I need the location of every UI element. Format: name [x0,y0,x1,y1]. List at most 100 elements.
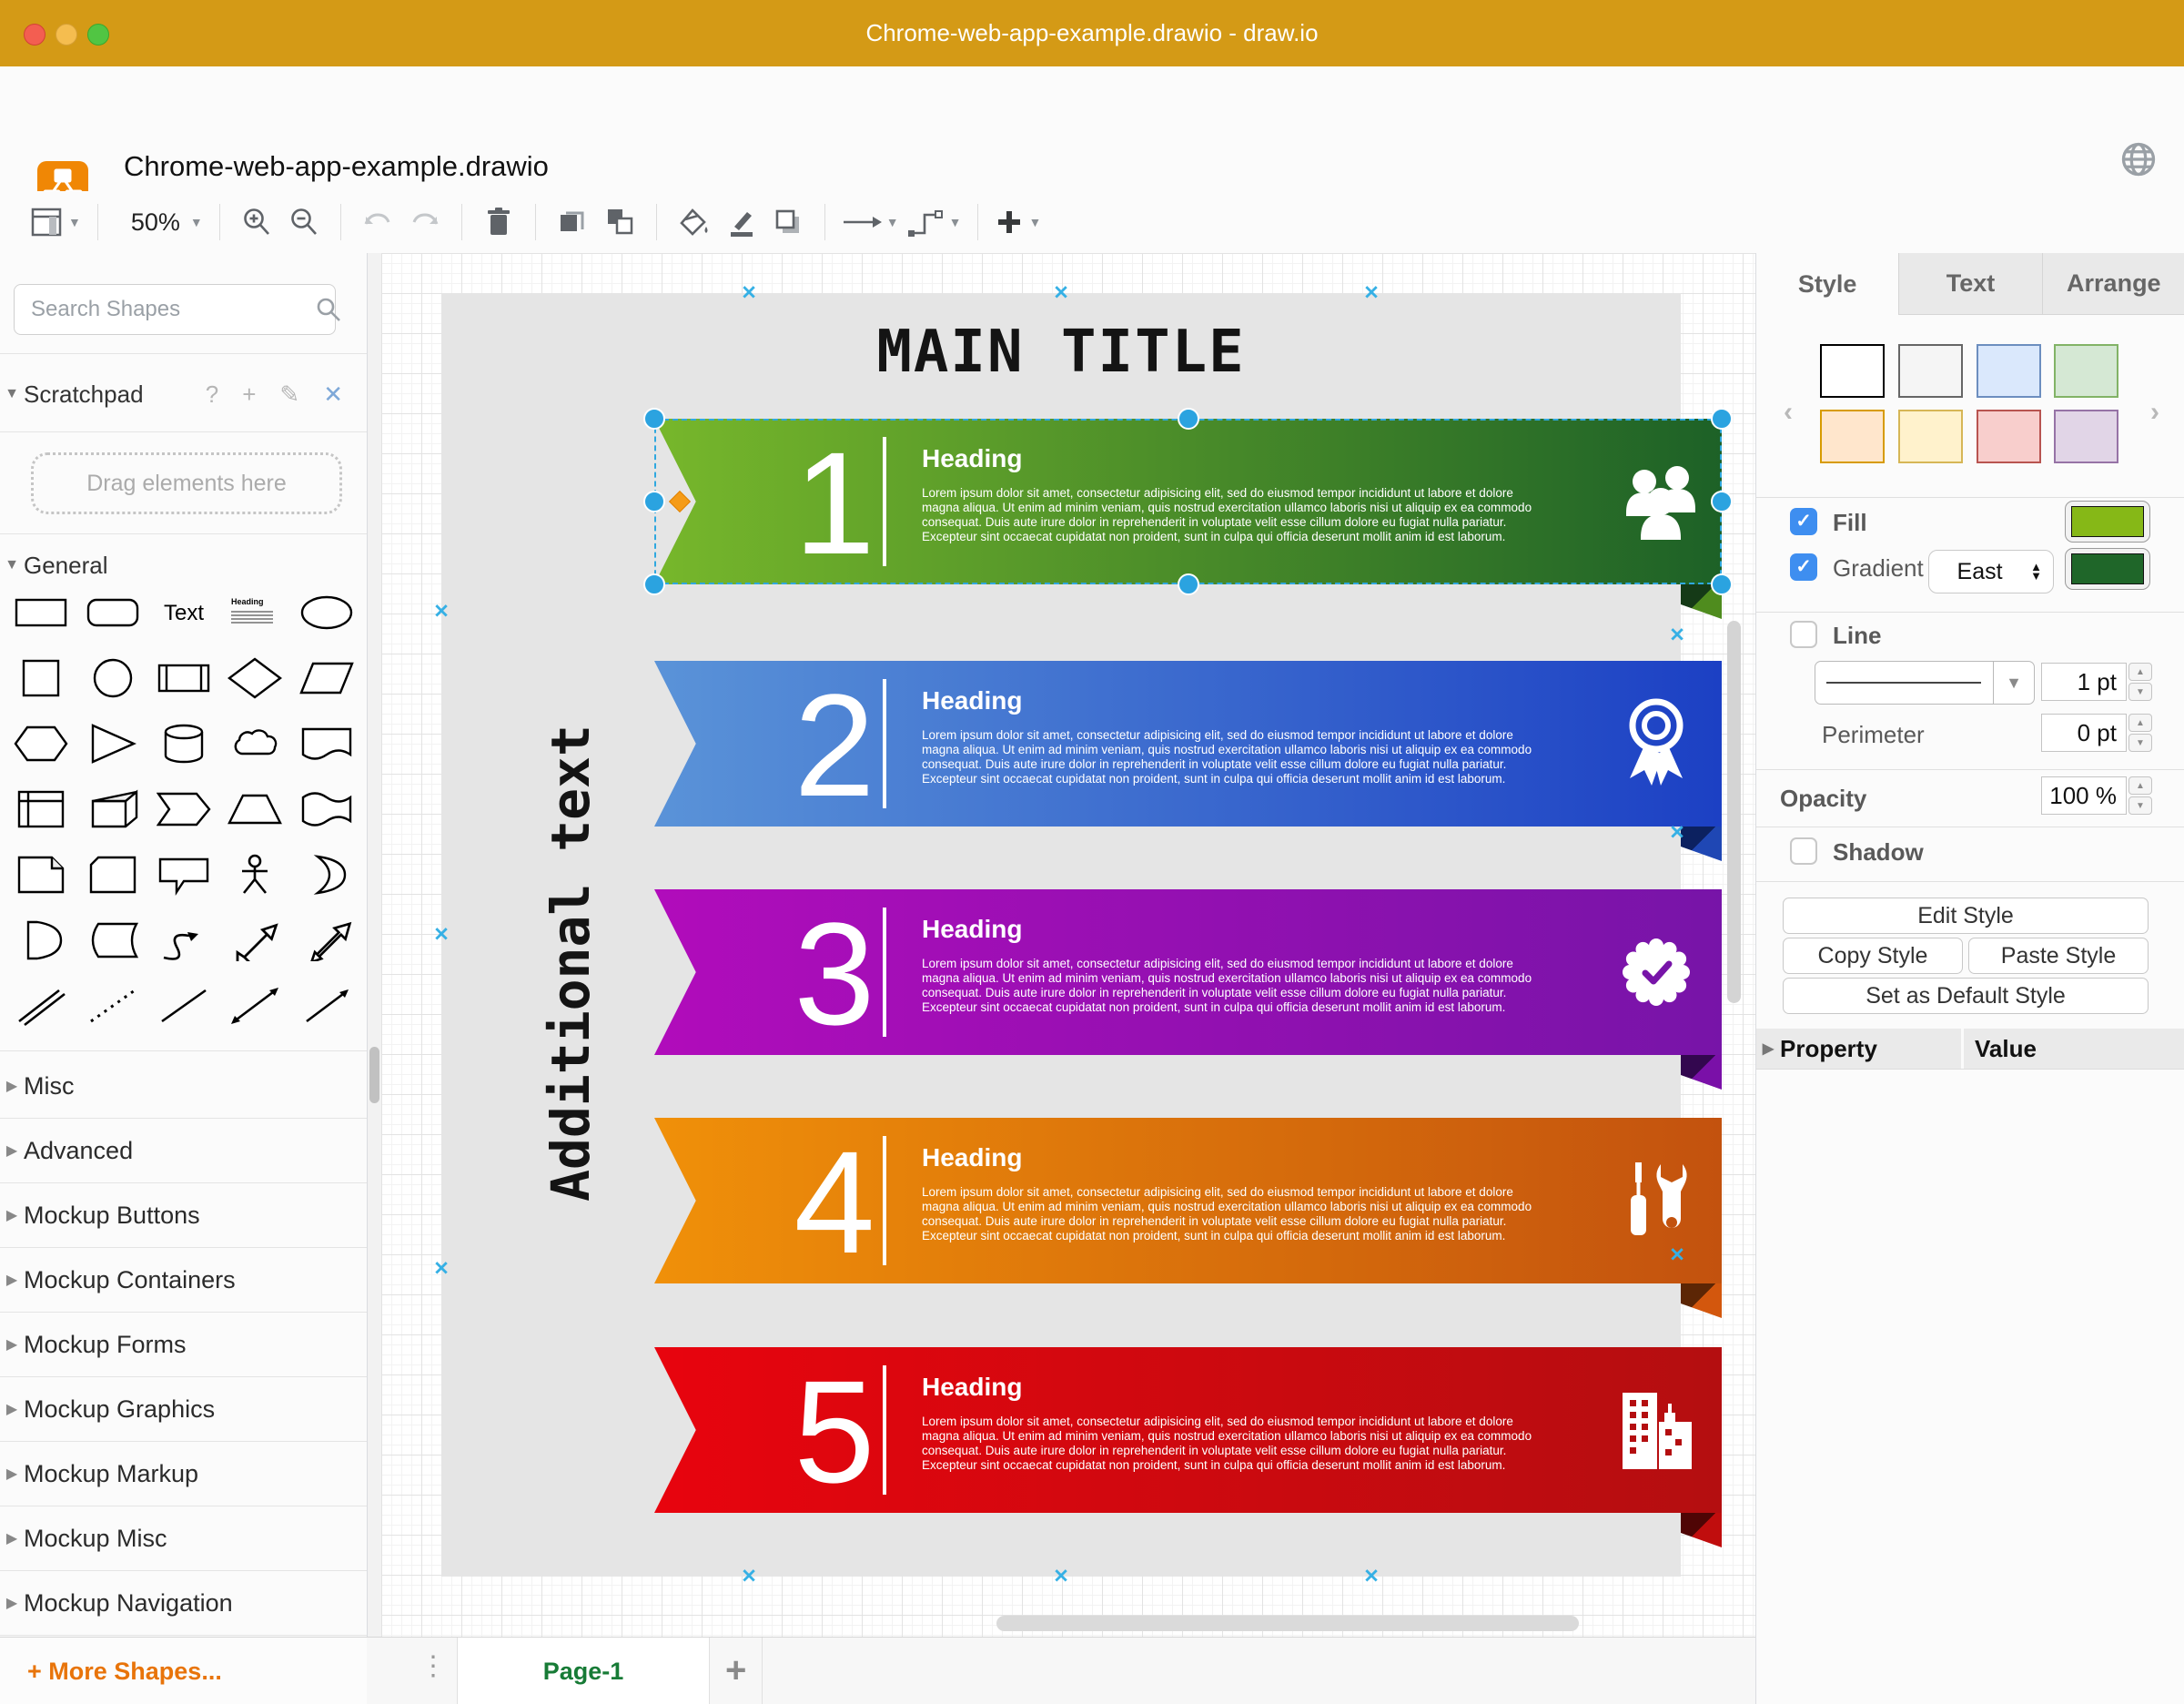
shape-trapezoid[interactable] [219,788,290,830]
search-input[interactable] [29,296,315,323]
sidebar-section-mockup-forms[interactable]: ▶Mockup Forms [0,1313,367,1377]
shape-cylinder[interactable] [148,723,219,765]
fill-color-button[interactable] [673,200,713,244]
canvas-horizontal-scrollbar-thumb[interactable] [996,1616,1579,1631]
shape-textbox[interactable]: Heading [219,592,290,634]
shape-tape[interactable] [291,788,362,830]
shape-and[interactable] [5,919,76,961]
line-color-button[interactable] [721,200,761,244]
to-front-button[interactable] [552,200,592,244]
tab-style[interactable]: Style [1756,253,1898,315]
shape-arrow[interactable] [291,985,362,1027]
sidebar-section-mockup-graphics[interactable]: ▶Mockup Graphics [0,1377,367,1442]
shape-internal-storage[interactable] [5,788,76,830]
style-swatch-1[interactable] [1898,344,1963,398]
shape-dotted-line[interactable] [76,985,147,1027]
shape-hexagon[interactable] [5,723,76,765]
style-swatch-3[interactable] [2054,344,2118,398]
scratchpad-help-icon[interactable]: ? [206,380,218,409]
selection-handle[interactable] [1178,573,1199,595]
paste-style-button[interactable]: Paste Style [1968,938,2149,974]
shape-directional-arrow[interactable] [291,919,362,961]
banner-5[interactable]: 5 Heading Lorem ipsum dolor sit amet, co… [654,1347,1722,1513]
shape-link[interactable] [5,985,76,1027]
shape-rounded-rectangle[interactable] [76,592,147,634]
style-swatch-2[interactable] [1977,344,2041,398]
line-style-dropdown[interactable]: ▼ [1815,661,2035,705]
scratchpad-close-icon[interactable]: ✕ [323,380,343,409]
shape-parallelogram[interactable] [291,657,362,699]
infographic-main-title[interactable]: MAIN TITLE [441,319,1681,386]
scratchpad-drop-zone[interactable]: Drag elements here [31,452,342,514]
shape-cloud[interactable] [219,723,290,765]
style-swatch-7[interactable] [2054,410,2118,463]
swatch-prev-icon[interactable]: ‹ [1784,397,1793,428]
more-shapes-button[interactable]: + More Shapes... [27,1658,222,1686]
connection-style-button[interactable]: ▼ [842,200,899,244]
scratchpad-edit-icon[interactable]: ✎ [279,380,299,409]
shape-document[interactable] [291,723,362,765]
redo-button[interactable] [405,200,445,244]
zoom-out-button[interactable] [284,200,324,244]
edit-style-button[interactable]: Edit Style [1783,898,2149,934]
shape-ellipse[interactable] [291,592,362,634]
sidebar-section-mockup-misc[interactable]: ▶Mockup Misc [0,1506,367,1571]
shape-square[interactable] [5,657,76,699]
banner-2[interactable]: 2 Heading Lorem ipsum dolor sit amet, co… [654,661,1722,827]
shadow-checkbox[interactable] [1790,837,1817,865]
shape-line[interactable] [148,985,219,1027]
property-table-header[interactable]: ▶Property Value [1756,1029,2184,1070]
sidebar-section-mockup-containers[interactable]: ▶Mockup Containers [0,1248,367,1313]
scratchpad-add-icon[interactable]: + [242,380,256,409]
shape-cube[interactable] [76,788,147,830]
gradient-checkbox[interactable]: ✓ [1790,553,1817,581]
tab-text[interactable]: Text [1898,253,2041,315]
fill-color-swatch[interactable] [2065,501,2150,543]
copy-style-button[interactable]: Copy Style [1783,938,1963,974]
fill-checkbox[interactable]: ✓ [1790,508,1817,535]
shape-circle[interactable] [76,657,147,699]
drawing-canvas[interactable]: MAIN TITLE Additional text 1 Heading Lor… [381,253,1755,1637]
shape-curve[interactable] [148,919,219,961]
shape-actor[interactable] [219,854,290,896]
selection-handle[interactable] [1711,573,1733,595]
selection-handle[interactable] [643,573,665,595]
canvas-vertical-scrollbar-thumb[interactable] [1727,621,1741,1003]
shape-bidirectional-arrow[interactable] [219,919,290,961]
shape-callout[interactable] [148,854,219,896]
add-page-button[interactable]: + [725,1650,746,1691]
language-globe-icon[interactable] [2118,139,2159,179]
shape-note[interactable] [5,854,76,896]
perimeter-input[interactable]: 0 pt [2041,714,2127,752]
shape-triangle[interactable] [76,723,147,765]
style-swatch-4[interactable] [1820,410,1885,463]
shape-data-storage[interactable] [76,919,147,961]
sidebar-scrollbar[interactable] [368,253,381,1637]
sidebar-section-misc[interactable]: ▶Misc [0,1054,367,1119]
opacity-input[interactable]: 100 % [2041,776,2127,815]
sidebar-scrollbar-thumb[interactable] [369,1047,379,1103]
shape-rectangle[interactable] [5,592,76,634]
selection-handle[interactable] [1711,408,1733,430]
pages-menu-icon[interactable]: ⋮ [420,1650,447,1682]
gradient-color-swatch[interactable] [2065,548,2150,590]
shape-search-box[interactable] [14,284,336,335]
style-swatch-6[interactable] [1977,410,2041,463]
shape-diamond[interactable] [219,657,290,699]
view-mode-button[interactable]: ▼ [31,200,81,244]
shape-step[interactable] [148,788,219,830]
style-swatch-0[interactable] [1820,344,1885,398]
shape-double-arrow[interactable] [219,985,290,1027]
banner-3[interactable]: 3 Heading Lorem ipsum dolor sit amet, co… [654,889,1722,1055]
line-width-stepper[interactable]: ▲▼ [2128,663,2152,701]
shadow-button[interactable] [768,200,808,244]
selection-handle[interactable] [1178,408,1199,430]
tab-arrange[interactable]: Arrange [2042,253,2184,315]
delete-button[interactable] [479,200,519,244]
scratchpad-section-header[interactable]: ▼ Scratchpad ? + ✎ ✕ [0,370,367,419]
sidebar-section-mockup-markup[interactable]: ▶Mockup Markup [0,1442,367,1506]
line-checkbox[interactable] [1790,621,1817,648]
opacity-stepper[interactable]: ▲▼ [2128,776,2152,815]
zoom-level-dropdown[interactable]: 50% ▼ [115,200,203,244]
selection-handle[interactable] [643,408,665,430]
